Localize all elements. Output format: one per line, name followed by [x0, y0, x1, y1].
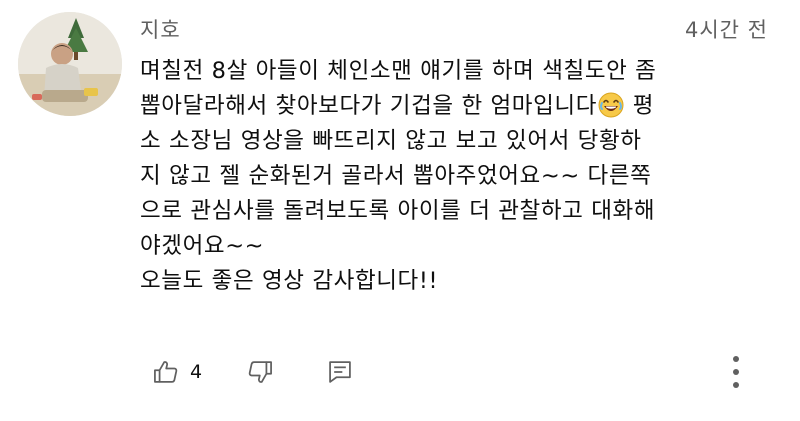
more-actions-button[interactable] — [722, 352, 750, 392]
reply-button[interactable] — [324, 356, 356, 388]
like-count: 4 — [190, 361, 203, 383]
laughing-face-icon — [598, 92, 624, 118]
comment-actions: 4 — [150, 352, 356, 392]
comment-text-part-1: 며칠전 8살 아들이 체인소맨 얘기를 하며 색칠도안 좀 뽑아달라해서 찾아보… — [140, 58, 657, 119]
more-vertical-icon — [733, 356, 739, 388]
dislike-button[interactable] — [244, 356, 276, 388]
thumbs-up-icon — [154, 361, 178, 383]
like-button[interactable] — [150, 356, 182, 388]
comment-timestamp[interactable]: 4시간 전 — [685, 14, 768, 44]
avatar-photo — [18, 12, 122, 116]
comment-text: 며칠전 8살 아들이 체인소맨 얘기를 하며 색칠도안 좀 뽑아달라해서 찾아보… — [140, 54, 780, 299]
comment-card: 지호 4시간 전 며칠전 8살 아들이 체인소맨 얘기를 하며 색칠도안 좀 뽑… — [0, 0, 800, 421]
comment-text-part-2: 평 소 소장님 영상을 빠뜨리지 않고 보고 있어서 당황하 지 않고 젤 순화… — [140, 93, 656, 294]
avatar[interactable] — [18, 12, 122, 116]
thumbs-down-icon — [248, 361, 273, 383]
reply-icon — [329, 361, 351, 383]
comment-author[interactable]: 지호 — [140, 14, 181, 44]
